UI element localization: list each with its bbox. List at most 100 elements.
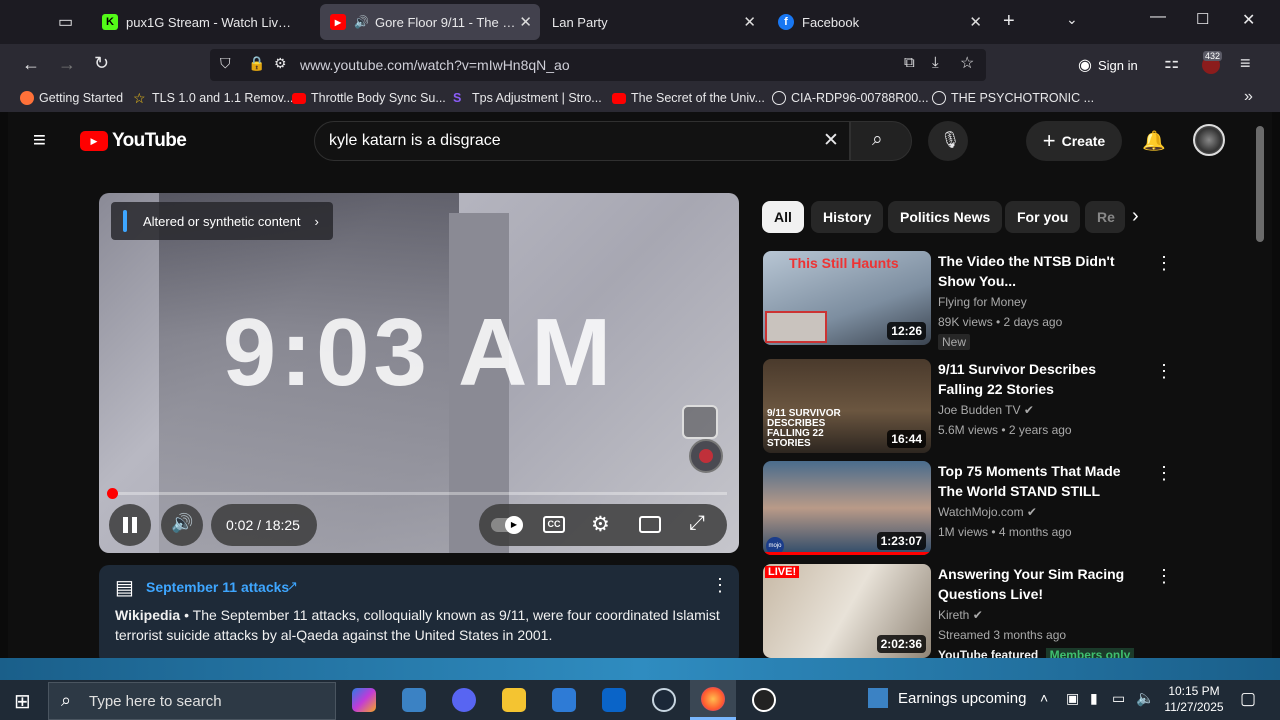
tab-lan-party[interactable]: Lan Party ✕ xyxy=(542,4,764,40)
channel-name[interactable]: Flying for Money xyxy=(938,295,1027,309)
page-scrollbar[interactable] xyxy=(1256,126,1264,242)
bookmark-star-icon[interactable]: ☆ xyxy=(960,53,974,73)
forward-icon[interactable]: → xyxy=(58,54,76,75)
video-thumbnail[interactable]: 9/11 SURVIVOR DESCRIBES FALLING 22 STORI… xyxy=(763,359,931,453)
create-button[interactable]: + Create xyxy=(1026,121,1122,161)
settings-gear-icon[interactable]: ⚙ xyxy=(591,512,610,537)
steam-icon[interactable] xyxy=(652,688,676,712)
video-thumbnail[interactable]: mojo 1:23:07 xyxy=(763,461,931,555)
clear-search-icon[interactable]: ✕ xyxy=(823,129,839,152)
reload-icon[interactable]: ↻ xyxy=(94,53,109,74)
video-player[interactable]: 9:03 AM Altered or synthetic content › 🔊… xyxy=(99,193,739,553)
video-title[interactable]: 9/11 Survivor Describes Falling 22 Stori… xyxy=(938,359,1138,399)
taskbar-search-input[interactable]: ⌕ Type here to search xyxy=(48,682,336,720)
copilot-icon[interactable] xyxy=(352,688,376,712)
more-actions-icon[interactable]: ⋮ xyxy=(1155,463,1173,484)
mail-icon[interactable] xyxy=(602,688,626,712)
channel-row[interactable]: Joe Budden TV ✔ xyxy=(938,403,1034,417)
firefox-taskbar-active[interactable] xyxy=(690,680,736,720)
chip-history[interactable]: History xyxy=(811,201,884,233)
video-title[interactable]: The Video the NTSB Didn't Show You... xyxy=(938,251,1138,291)
widgets-news[interactable]: Earnings upcoming xyxy=(868,688,1026,708)
discord-icon[interactable] xyxy=(452,688,476,712)
show-hidden-icons-icon[interactable]: ˄ xyxy=(1040,690,1048,706)
more-actions-icon[interactable]: ⋮ xyxy=(1155,566,1173,587)
close-window-icon[interactable]: ✕ xyxy=(1242,10,1255,30)
video-thumbnail[interactable]: This Still Haunts 12:26 xyxy=(763,251,931,345)
chip-for-you[interactable]: For you xyxy=(1005,201,1081,233)
tab-youtube-active[interactable]: ▶ 🔊 Gore Floor 9/11 - The HOR ✕ xyxy=(320,4,540,40)
obs-icon[interactable] xyxy=(752,688,776,712)
tab-facebook[interactable]: f Facebook ✕ xyxy=(768,4,990,40)
list-item[interactable]: LIVE! 2:02:36 Answering Your Sim Racing … xyxy=(763,564,1263,658)
hamburger-menu-icon[interactable]: ≡ xyxy=(33,127,46,153)
notification-center-icon[interactable]: ▢ xyxy=(1240,689,1256,709)
minimize-icon[interactable]: — xyxy=(1150,8,1166,26)
fullscreen-icon[interactable]: ⤢ xyxy=(689,512,705,535)
pause-button[interactable] xyxy=(109,504,151,546)
chip-all[interactable]: All xyxy=(762,201,804,233)
theater-mode-icon[interactable] xyxy=(639,516,661,533)
miniplayer-icon[interactable] xyxy=(682,405,718,439)
chip-politics-news[interactable]: Politics News xyxy=(888,201,1003,233)
info-title-link[interactable]: September 11 attacks xyxy=(146,579,289,595)
video-title[interactable]: Answering Your Sim Racing Questions Live… xyxy=(938,564,1138,604)
chips-next-icon[interactable]: › xyxy=(1132,205,1139,228)
bookmark-item[interactable]: Throttle Body Sync Su... xyxy=(292,91,446,105)
bookmark-item[interactable]: The Secret of the Univ... xyxy=(612,91,765,105)
address-bar[interactable]: ⛉ 🔒 ⚙ www.youtube.com/watch?v=mIwHn8qN_a… xyxy=(210,49,986,81)
bookmark-item[interactable]: CIA-RDP96-00788R00... xyxy=(772,91,929,105)
tab-overview-icon[interactable]: ▭ xyxy=(58,12,73,32)
chip-recent[interactable]: Re xyxy=(1085,201,1125,233)
bookmark-item[interactable]: THE PSYCHOTRONIC ... xyxy=(932,91,1094,105)
picture-in-picture-icon[interactable]: ⧉ xyxy=(904,54,915,71)
file-explorer-icon[interactable] xyxy=(502,688,526,712)
autoplay-toggle[interactable]: ▶ xyxy=(491,516,523,534)
captions-icon[interactable]: CC xyxy=(543,516,565,533)
maximize-icon[interactable]: ☐ xyxy=(1196,10,1209,28)
list-tabs-icon[interactable]: ⌄ xyxy=(1066,11,1078,28)
sign-in-button[interactable]: ◉ Sign in xyxy=(1078,50,1156,80)
windows-start-icon[interactable]: ⊞ xyxy=(14,689,31,714)
tray-app-icon[interactable]: ▣ xyxy=(1066,690,1079,707)
tab-kick-stream[interactable]: K pux1G Stream - Watch Live on K xyxy=(92,4,314,40)
list-item[interactable]: This Still Haunts 12:26 The Video the NT… xyxy=(763,251,1263,351)
youtube-logo[interactable]: ▶ YouTube xyxy=(80,130,187,152)
bookmark-item[interactable]: Getting Started xyxy=(20,91,123,105)
more-bookmarks-icon[interactable]: » xyxy=(1244,88,1253,106)
close-tab-icon[interactable]: ✕ xyxy=(743,13,756,31)
close-tab-icon[interactable]: ✕ xyxy=(519,13,532,31)
channel-row[interactable]: Kireth ✔ xyxy=(938,608,983,622)
progress-bar[interactable] xyxy=(107,488,727,499)
notifications-bell-icon[interactable]: 🔔 xyxy=(1142,129,1166,153)
lock-icon[interactable]: 🔒 xyxy=(248,55,265,72)
app-icon[interactable] xyxy=(402,688,426,712)
site-settings-icon[interactable]: ⚙ xyxy=(274,55,287,72)
volume-icon[interactable]: 🔈 xyxy=(1136,689,1155,707)
video-thumbnail[interactable]: LIVE! 2:02:36 xyxy=(763,564,931,658)
progress-knob[interactable] xyxy=(107,488,119,499)
back-icon[interactable]: ← xyxy=(22,54,40,75)
microsoft-store-icon[interactable] xyxy=(552,688,576,712)
search-input[interactable]: kyle katarn is a disgrace xyxy=(314,121,850,161)
more-actions-icon[interactable]: ⋮ xyxy=(1155,253,1173,274)
external-link-icon[interactable]: ↗ xyxy=(287,578,298,594)
info-more-icon[interactable]: ⋮ xyxy=(711,575,729,596)
channel-row[interactable]: WatchMojo.com ✔ xyxy=(938,505,1037,519)
usb-icon[interactable]: ▮ xyxy=(1090,690,1098,707)
altered-content-label[interactable]: Altered or synthetic content › xyxy=(111,202,333,240)
bookmark-item[interactable]: ☆ TLS 1.0 and 1.1 Remov... xyxy=(133,90,294,106)
voice-search-button[interactable]: 🎙 xyxy=(928,121,968,161)
url-text[interactable]: www.youtube.com/watch?v=mIwHn8qN_ao xyxy=(300,57,570,73)
skull-extension-overlay-icon[interactable] xyxy=(689,439,723,473)
volume-button[interactable]: 🔊 xyxy=(161,504,203,546)
shield-icon[interactable]: ⛉ xyxy=(220,55,231,72)
avatar[interactable] xyxy=(1193,124,1225,156)
video-title[interactable]: Top 75 Moments That Made The World STAND… xyxy=(938,461,1138,501)
speaker-icon[interactable]: 🔊 xyxy=(354,15,369,29)
download-icon[interactable]: ⤓ xyxy=(932,54,939,71)
list-item[interactable]: 9/11 SURVIVOR DESCRIBES FALLING 22 STORI… xyxy=(763,359,1263,459)
new-tab-icon[interactable]: + xyxy=(1003,10,1015,33)
list-item[interactable]: mojo 1:23:07 Top 75 Moments That Made Th… xyxy=(763,461,1263,561)
search-button[interactable]: ⌕ xyxy=(850,121,912,161)
